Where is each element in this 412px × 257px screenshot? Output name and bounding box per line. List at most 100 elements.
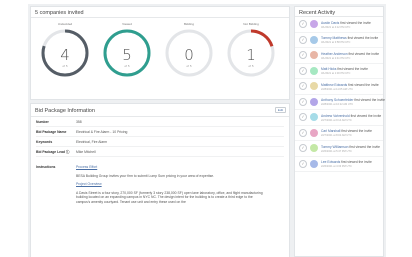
activity-item: ✓ Tommy Williamson first viewed the invit… xyxy=(295,141,383,157)
activity-user-link[interactable]: Carl Marshall xyxy=(321,129,340,133)
activity-action: first viewed the invite xyxy=(340,20,371,25)
activity-action: first viewed the invite xyxy=(348,82,379,87)
activity-action: first viewed the invite xyxy=(347,36,379,40)
activity-text: Heather Anderson first viewed the invite xyxy=(321,52,379,56)
instructions-label: Instructions xyxy=(36,165,56,169)
info-row-lead: Bid Package Lead ⓘ Mike Mitchell xyxy=(36,147,284,157)
activity-title: Recent Activity xyxy=(295,7,383,17)
activity-action: first viewed the invite xyxy=(341,160,372,164)
info-row-name: Bid Package Name Electrical & Fire Alarm… xyxy=(36,127,284,137)
avatar xyxy=(310,66,318,75)
info-header: Bid Package Information Edit xyxy=(31,104,289,116)
activity-item: ✓ Heather Anderson first viewed the invit… xyxy=(295,48,383,64)
gauge-value: 5 xyxy=(122,46,132,64)
activity-item: ✓ Matt Hicks first viewed the invite 3/1/2… xyxy=(295,64,383,79)
info-value: 358 xyxy=(76,119,82,124)
info-row-keywords: Keywords Electrical, Fire Alarm xyxy=(36,137,284,147)
main-column: 5 companies invited Undecided 4 of 5 Viewed… xyxy=(30,6,290,257)
check-icon[interactable]: ✓ xyxy=(299,20,307,28)
activity-action: first viewed the invite xyxy=(341,129,372,133)
activity-action: first viewed the invite xyxy=(348,51,380,56)
process-effort-link[interactable]: Process Effort xyxy=(76,165,266,170)
overview-paragraph: A Davis Street is a four story, 270,000 … xyxy=(76,190,263,204)
info-label: Bid Package Lead ⓘ xyxy=(36,150,70,154)
check-icon[interactable]: ✓ xyxy=(299,128,307,137)
check-icon[interactable]: ✓ xyxy=(299,144,307,152)
info-label: Bid Package Name xyxy=(36,129,67,134)
recent-activity-panel: Recent Activity ✓ Austin Davis first view… xyxy=(294,6,385,257)
activity-action: first viewed the invite xyxy=(350,113,382,118)
info-label: Keywords xyxy=(36,139,53,144)
project-overview-link[interactable]: Project Overview xyxy=(76,182,266,187)
edit-button[interactable]: Edit xyxy=(275,107,286,113)
check-icon[interactable]: ✓ xyxy=(299,51,307,59)
gauge-0[interactable]: Undecided 4 of 5 xyxy=(39,22,91,79)
info-row-number: Number 358 xyxy=(36,117,284,127)
gauge-value: 0 xyxy=(184,46,194,64)
check-icon[interactable]: ✓ xyxy=(299,97,307,106)
bid-package-info-card: Bid Package Information Edit Number 358 … xyxy=(30,103,290,257)
activity-item: ✓ Matthew Edwards first viewed the invite… xyxy=(295,79,383,95)
gauge-of: of 5 xyxy=(124,64,130,68)
activity-text: Tommy Matthews first viewed the invite xyxy=(321,36,378,40)
activity-item: ✓ Anthony Schoenfelder first viewed the i… xyxy=(295,95,385,110)
check-icon[interactable]: ✓ xyxy=(299,82,307,90)
avatar xyxy=(310,35,318,44)
check-icon[interactable]: ✓ xyxy=(299,159,307,168)
activity-text: Tommy Williamson first viewed the invite xyxy=(321,145,380,149)
invited-summary-card: 5 companies invited Undecided 4 of 5 Viewed… xyxy=(30,6,290,100)
gauge-value: 1 xyxy=(246,46,256,64)
avatar xyxy=(310,82,318,90)
info-value: Electrical & Fire Alarm - 10 Pricing xyxy=(76,129,128,134)
activity-user-link[interactable]: Lee Edwards xyxy=(321,160,340,164)
activity-user-link[interactable]: Tommy Matthews xyxy=(321,36,347,40)
activity-timestamp: 2/26/2021 at 4:33 PM UTC xyxy=(321,165,352,168)
instructions-row: Instructions Process Effort BESA Buildin… xyxy=(36,157,284,209)
activity-timestamp: 2/28/2021 at 10:22 AM UTC xyxy=(321,103,354,106)
avatar xyxy=(310,159,318,168)
activity-user-link[interactable]: Anthony Schoenfelder xyxy=(321,98,353,102)
activity-list: ✓ Austin Davis first viewed the invite 3/1… xyxy=(295,17,385,172)
gauge-of: of 5 xyxy=(62,64,68,68)
activity-timestamp: 3/1/2021 at 2:41 PM UTC xyxy=(321,56,351,60)
instructions-paragraph: BESA Building Group invites your firm to… xyxy=(76,173,215,178)
activity-user-link[interactable]: Tommy Williamson xyxy=(321,145,348,149)
gauge-1[interactable]: Viewed 5 of 5 xyxy=(101,22,153,79)
info-rows: Number 358 Bid Package Name Electrical &… xyxy=(31,117,289,209)
check-icon[interactable]: ✓ xyxy=(299,113,307,121)
invited-title: 5 companies invited xyxy=(35,10,84,16)
activity-text: Matt Hicks first viewed the invite xyxy=(321,67,368,71)
gauge-of: of 5 xyxy=(186,64,192,68)
activity-text: Austin Davis first viewed the invite xyxy=(321,21,371,25)
activity-user-link[interactable]: Matt Hicks xyxy=(321,67,336,71)
gauge-3[interactable]: Not Bidding 1 of 5 xyxy=(225,22,277,79)
activity-timestamp: 2/28/2021 at 11:05 AM UTC xyxy=(321,87,353,91)
activity-timestamp: 3/1/2021 at 1:30 PM UTC xyxy=(321,72,351,75)
activity-timestamp: 2/27/2021 at 9:14 AM UTC xyxy=(321,118,352,122)
info-label: Number xyxy=(36,119,49,124)
gauge-2[interactable]: Bidding 0 of 5 xyxy=(163,22,215,79)
activity-user-link[interactable]: Austin Davis xyxy=(321,21,339,25)
activity-user-link[interactable]: Matthew Edwards xyxy=(321,83,347,87)
check-icon[interactable]: ✓ xyxy=(299,66,307,75)
activity-user-link[interactable]: Andrew Vahrenhold xyxy=(321,114,350,118)
info-value: Electrical, Fire Alarm xyxy=(76,139,108,144)
activity-text: Anthony Schoenfelder first viewed the in… xyxy=(321,98,385,102)
gauge-of: of 5 xyxy=(248,64,254,68)
activity-user-link[interactable]: Heather Anderson xyxy=(321,52,348,56)
avatar xyxy=(310,128,318,137)
activity-timestamp: 2/27/2021 at 8:02 AM UTC xyxy=(321,134,352,137)
activity-item: ✓ Carl Marshall first viewed the invite 2/… xyxy=(295,126,383,141)
info-title: Bid Package Information xyxy=(35,108,95,114)
activity-text: Lee Edwards first viewed the invite xyxy=(321,160,372,164)
activity-text: Carl Marshall first viewed the invite xyxy=(321,129,372,133)
activity-item: ✓ Austin Davis first viewed the invite 3/1… xyxy=(295,17,383,33)
avatar xyxy=(310,20,318,28)
activity-item: ✓ Lee Edwards first viewed the invite 2/26… xyxy=(295,157,383,172)
activity-item: ✓ Andrew Vahrenhold first viewed the invi… xyxy=(295,110,383,126)
avatar xyxy=(310,144,318,152)
activity-action: first viewed the invite xyxy=(337,67,368,71)
check-icon[interactable]: ✓ xyxy=(299,35,307,44)
activity-action: first viewed the invite xyxy=(354,98,385,102)
activity-timestamp: 2/26/2021 at 5:47 PM UTC xyxy=(321,149,352,153)
